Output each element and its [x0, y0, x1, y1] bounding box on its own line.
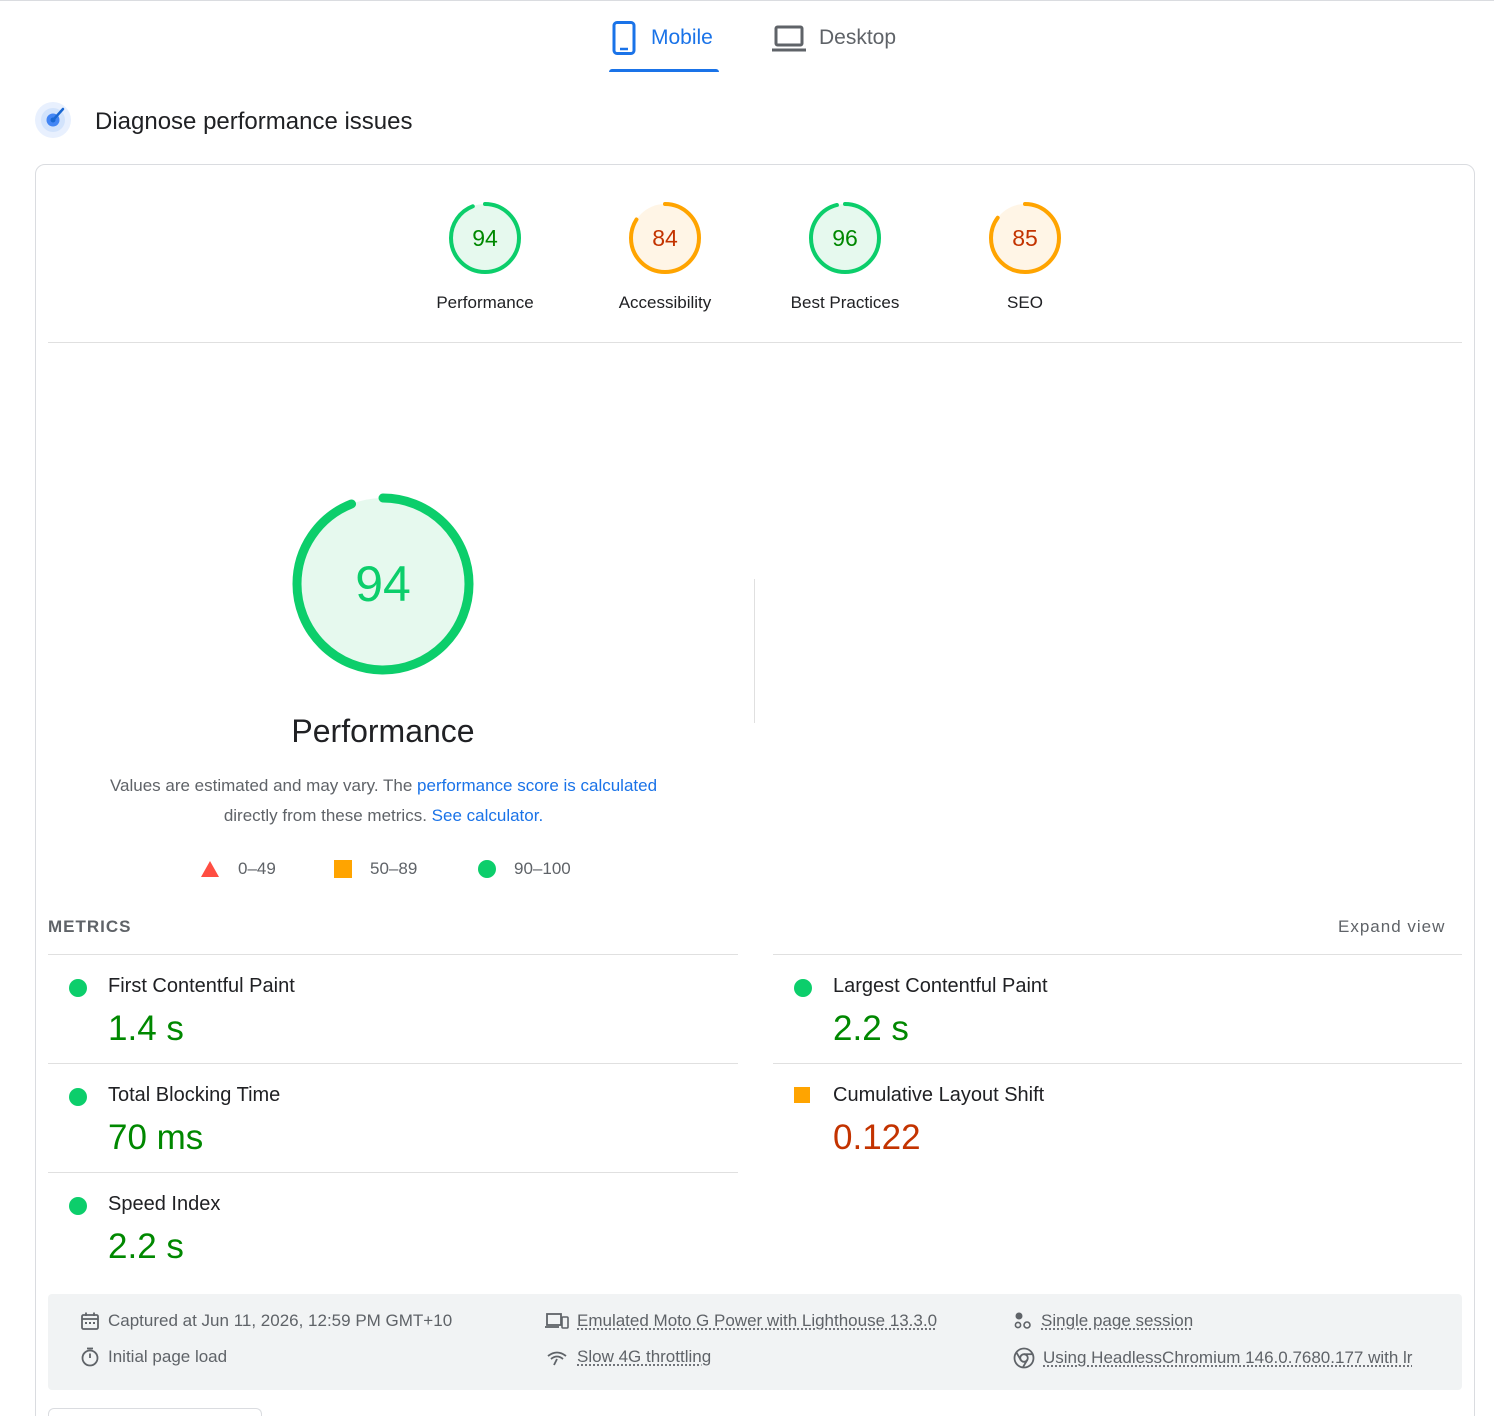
session-icon [1014, 1312, 1031, 1329]
lighthouse-icon [34, 100, 74, 145]
pass-circle-icon [794, 979, 812, 997]
gauge-label: Accessibility [618, 293, 712, 312]
bottom-tab-edge [48, 1408, 262, 1416]
score-calculated-link[interactable]: performance score is calculated [417, 776, 657, 795]
pass-circle-icon [69, 979, 87, 997]
performance-gauge: 94 [291, 492, 475, 676]
browser-info[interactable]: Using HeadlessChromium 146.0.7680.177 wi… [1013, 1347, 1412, 1369]
tab-desktop-label: Desktop [819, 26, 897, 49]
circle-icon [478, 860, 496, 878]
device-tabs: Mobile Desktop [0, 0, 1494, 76]
metrics-heading: METRICS [48, 917, 132, 936]
page-load-type: Initial page load [80, 1347, 227, 1367]
metric-name: Largest Contentful Paint [833, 975, 1048, 997]
metric-value: 2.2 s [833, 1009, 909, 1048]
average-square-icon [794, 1087, 810, 1103]
emulated-device[interactable]: Emulated Moto G Power with Lighthouse 13… [545, 1311, 937, 1331]
square-icon [334, 860, 352, 878]
gauge-accessibility[interactable]: 84 Accessibility [575, 201, 755, 313]
performance-title: Performance [291, 713, 475, 749]
network-throttling[interactable]: Slow 4G throttling [545, 1347, 711, 1367]
expand-view-button[interactable]: Expand view [1338, 917, 1445, 937]
score-legend: 0–49 50–89 90–100 [200, 859, 620, 883]
calendar-icon [81, 1312, 99, 1330]
metric-largest-contentful-paint: Largest Contentful Paint 2.2 s [773, 955, 1463, 1063]
legend-fail-label: 0–49 [238, 859, 276, 878]
vertical-divider [754, 579, 755, 723]
captured-at-text: Captured at Jun 11, 2026, 12:59 PM GMT+1… [108, 1311, 453, 1330]
pass-circle-icon [69, 1088, 87, 1106]
section-heading: Diagnose performance issues [34, 100, 413, 145]
desc-middle: directly from these metrics. [223, 806, 427, 825]
divider [48, 342, 1462, 343]
gauge-label: Best Practices [790, 293, 900, 312]
metric-name: Total Blocking Time [108, 1084, 281, 1106]
metric-value: 0.122 [833, 1118, 921, 1157]
smartphone-icon [609, 18, 639, 60]
legend-pass-label: 90–100 [514, 859, 571, 878]
metric-speed-index: Speed Index 2.2 s [48, 1173, 738, 1281]
tab-desktop[interactable]: Desktop [771, 18, 911, 74]
metric-cumulative-layout-shift: Cumulative Layout Shift 0.122 [773, 1064, 1463, 1172]
devices-icon [545, 1313, 569, 1329]
performance-score: 94 [355, 556, 411, 612]
report-card: 94 Performance 84 Accessibility 96 Best … [35, 164, 1475, 1416]
performance-description: Values are estimated and may vary. The p… [76, 771, 691, 831]
desc-prefix: Values are estimated and may vary. The [109, 776, 418, 795]
metric-name: Cumulative Layout Shift [833, 1084, 1045, 1106]
page-title: Diagnose performance issues [95, 108, 413, 135]
legend-pass: 90–100 [478, 859, 571, 879]
gauge-score: 94 [472, 225, 498, 251]
browser-text: Using HeadlessChromium 146.0.7680.177 wi… [1043, 1348, 1413, 1367]
session-text: Single page session [1041, 1311, 1194, 1330]
metric-total-blocking-time: Total Blocking Time 70 ms [48, 1064, 738, 1172]
metric-value: 1.4 s [108, 1009, 184, 1048]
pass-circle-icon [69, 1197, 87, 1215]
metric-value: 70 ms [108, 1118, 204, 1157]
page-load-text: Initial page load [108, 1347, 228, 1366]
legend-fail: 0–49 [200, 859, 276, 879]
laptop-icon [771, 18, 807, 60]
runtime-settings: Captured at Jun 11, 2026, 12:59 PM GMT+1… [48, 1294, 1462, 1390]
active-tab-indicator [609, 69, 719, 72]
tab-mobile[interactable]: Mobile [609, 18, 719, 74]
signal-icon [547, 1351, 567, 1366]
gauge-seo[interactable]: 85 SEO [935, 201, 1115, 313]
chrome-icon [1013, 1347, 1035, 1369]
metric-value: 2.2 s [108, 1227, 184, 1266]
metric-name: First Contentful Paint [108, 975, 295, 997]
see-calculator-link[interactable]: See calculator. [432, 806, 544, 825]
emulated-device-text: Emulated Moto G Power with Lighthouse 13… [577, 1311, 938, 1330]
throttling-text: Slow 4G throttling [577, 1347, 712, 1366]
gauge-performance[interactable]: 94 Performance [395, 201, 575, 313]
metric-first-contentful-paint: First Contentful Paint 1.4 s [48, 955, 738, 1063]
gauge-label: SEO [1007, 293, 1043, 312]
gauge-score: 84 [652, 225, 678, 251]
category-gauges: 94 Performance 84 Accessibility 96 Best … [36, 165, 1474, 343]
legend-average-label: 50–89 [370, 859, 418, 878]
triangle-icon [201, 861, 219, 877]
gauge-best-practices[interactable]: 96 Best Practices [755, 201, 935, 313]
gauge-label: Performance [436, 293, 534, 312]
gauge-score: 85 [1012, 225, 1038, 251]
timer-icon [81, 1347, 99, 1367]
legend-average: 50–89 [334, 859, 417, 879]
session-type[interactable]: Single page session [1013, 1311, 1193, 1331]
captured-at: Captured at Jun 11, 2026, 12:59 PM GMT+1… [80, 1311, 452, 1331]
tab-mobile-label: Mobile [651, 26, 713, 49]
gauge-score: 96 [832, 225, 858, 251]
metric-name: Speed Index [108, 1193, 221, 1215]
